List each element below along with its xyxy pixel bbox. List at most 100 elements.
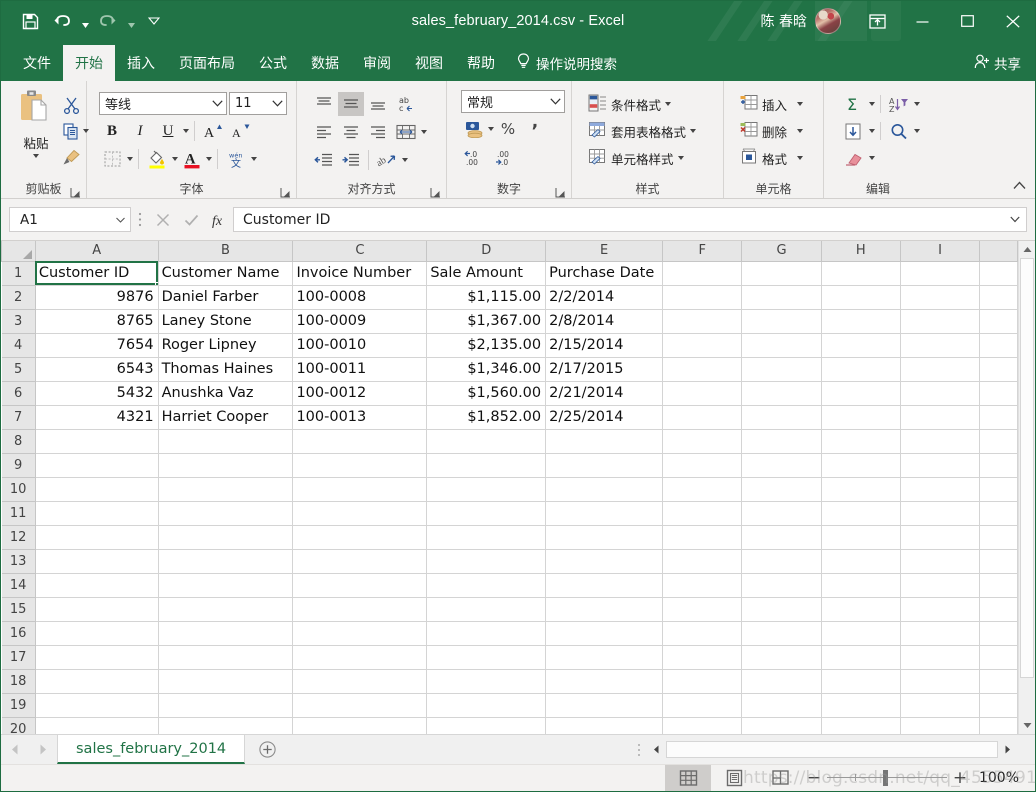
- cell-F4[interactable]: [662, 333, 743, 358]
- insert-cells-button[interactable]: 插入: [737, 91, 806, 117]
- text-orientation-button[interactable]: ab: [373, 148, 401, 172]
- cell-B4[interactable]: Roger Lipney: [158, 333, 294, 358]
- enter-formula-button[interactable]: [177, 207, 205, 232]
- bold-button[interactable]: B: [99, 119, 125, 143]
- cell-G14[interactable]: [741, 573, 822, 598]
- cell-partial[interactable]: [979, 525, 1018, 550]
- find-select-dropdown-icon[interactable]: [914, 129, 920, 133]
- cell-C14[interactable]: [292, 573, 428, 598]
- cell-I2[interactable]: [900, 285, 981, 310]
- cell-B10[interactable]: [158, 477, 294, 502]
- autosum-button[interactable]: Σ: [841, 92, 867, 116]
- middle-align-button[interactable]: [338, 92, 364, 116]
- cell-I12[interactable]: [900, 525, 981, 550]
- cell-H4[interactable]: [821, 333, 901, 358]
- cell-partial[interactable]: [979, 549, 1018, 574]
- copy-button[interactable]: [59, 120, 83, 142]
- cell-D18[interactable]: [426, 669, 547, 694]
- cell-E17[interactable]: [545, 645, 664, 670]
- cell-B14[interactable]: [158, 573, 294, 598]
- cell-C11[interactable]: [292, 501, 428, 526]
- column-header-c[interactable]: C: [292, 241, 428, 262]
- cell-H8[interactable]: [821, 429, 901, 454]
- column-header-d[interactable]: D: [426, 241, 547, 262]
- merge-center-button[interactable]: [392, 120, 420, 144]
- cell-H19[interactable]: [821, 693, 901, 718]
- close-button[interactable]: [990, 1, 1035, 41]
- cell-E9[interactable]: [545, 453, 664, 478]
- accounting-dropdown-icon[interactable]: [488, 127, 494, 131]
- cell-H18[interactable]: [821, 669, 901, 694]
- vertical-scroll-thumb[interactable]: [1020, 258, 1034, 678]
- clear-dropdown-icon[interactable]: [869, 156, 875, 160]
- row-header-20[interactable]: 20: [1, 716, 36, 734]
- cell-H11[interactable]: [821, 501, 901, 526]
- cell-C4[interactable]: 100-0010: [292, 333, 428, 358]
- cell-C7[interactable]: 100-0013: [292, 405, 428, 430]
- row-header-11[interactable]: 11: [1, 500, 36, 526]
- row-header-17[interactable]: 17: [1, 644, 36, 670]
- cell-partial[interactable]: [979, 597, 1018, 622]
- percent-style-button[interactable]: %: [495, 117, 521, 141]
- cell-A5[interactable]: 6543: [35, 357, 159, 382]
- cell-F10[interactable]: [662, 477, 743, 502]
- conditional-formatting-dropdown-icon[interactable]: [665, 102, 672, 106]
- cancel-formula-button[interactable]: [149, 207, 177, 232]
- cell-F3[interactable]: [662, 309, 743, 334]
- cell-F18[interactable]: [662, 669, 743, 694]
- cell-I13[interactable]: [900, 549, 981, 574]
- cell-partial[interactable]: [979, 357, 1018, 382]
- conditional-formatting-button[interactable]: 条件格式: [585, 91, 699, 117]
- cell-D17[interactable]: [426, 645, 547, 670]
- clipboard-dialog-launcher[interactable]: [70, 185, 81, 198]
- cell-D13[interactable]: [426, 549, 547, 574]
- undo-button[interactable]: [47, 7, 77, 35]
- cell-A19[interactable]: [35, 693, 159, 718]
- cell-B7[interactable]: Harriet Cooper: [158, 405, 294, 430]
- ribbon-tab-file[interactable]: 文件: [11, 45, 63, 81]
- cell-D5[interactable]: $1,346.00: [426, 357, 547, 382]
- shrink-font-button[interactable]: A: [228, 119, 254, 143]
- row-header-4[interactable]: 4: [1, 332, 36, 358]
- redo-button[interactable]: [93, 7, 123, 35]
- cell-I20[interactable]: [900, 717, 981, 734]
- font-size-combo[interactable]: 11: [229, 91, 287, 115]
- cell-partial[interactable]: [979, 621, 1018, 646]
- cell-D9[interactable]: [426, 453, 547, 478]
- select-all-button[interactable]: [1, 241, 36, 262]
- cell-E3[interactable]: 2/8/2014: [545, 309, 664, 334]
- cell-partial[interactable]: [979, 429, 1018, 454]
- cell-D11[interactable]: [426, 501, 547, 526]
- cell-D12[interactable]: [426, 525, 547, 550]
- cell-E16[interactable]: [545, 621, 664, 646]
- cell-B1[interactable]: Customer Name: [158, 261, 294, 286]
- cell-G20[interactable]: [741, 717, 822, 734]
- tell-me-search[interactable]: 操作说明搜索: [517, 45, 617, 81]
- cell-B19[interactable]: [158, 693, 294, 718]
- cell-partial[interactable]: [979, 477, 1018, 502]
- cell-I6[interactable]: [900, 381, 981, 406]
- cell-B5[interactable]: Thomas Haines: [158, 357, 294, 382]
- cell-C16[interactable]: [292, 621, 428, 646]
- comma-style-button[interactable]: ,: [522, 114, 548, 141]
- cell-E6[interactable]: 2/21/2014: [545, 381, 664, 406]
- format-as-table-button[interactable]: 套用表格格式: [585, 118, 699, 144]
- cell-partial[interactable]: [979, 453, 1018, 478]
- cell-C20[interactable]: [292, 717, 428, 734]
- cell-E20[interactable]: [545, 717, 664, 734]
- vertical-scroll-track[interactable]: [1019, 258, 1035, 717]
- insert-cells-dropdown-icon[interactable]: [797, 102, 804, 106]
- vertical-scrollbar[interactable]: [1018, 241, 1035, 734]
- cell-A8[interactable]: [35, 429, 159, 454]
- cell-C13[interactable]: [292, 549, 428, 574]
- cut-button[interactable]: [59, 94, 83, 116]
- cell-I5[interactable]: [900, 357, 981, 382]
- cell-C10[interactable]: [292, 477, 428, 502]
- paste-button[interactable]: 粘贴: [13, 89, 59, 169]
- cell-F6[interactable]: [662, 381, 743, 406]
- format-cells-dropdown-icon[interactable]: [797, 156, 804, 160]
- delete-cells-button[interactable]: 删除: [737, 118, 806, 144]
- orientation-dropdown-icon[interactable]: [402, 158, 408, 162]
- accounting-format-button[interactable]: [461, 117, 487, 141]
- cell-H14[interactable]: [821, 573, 901, 598]
